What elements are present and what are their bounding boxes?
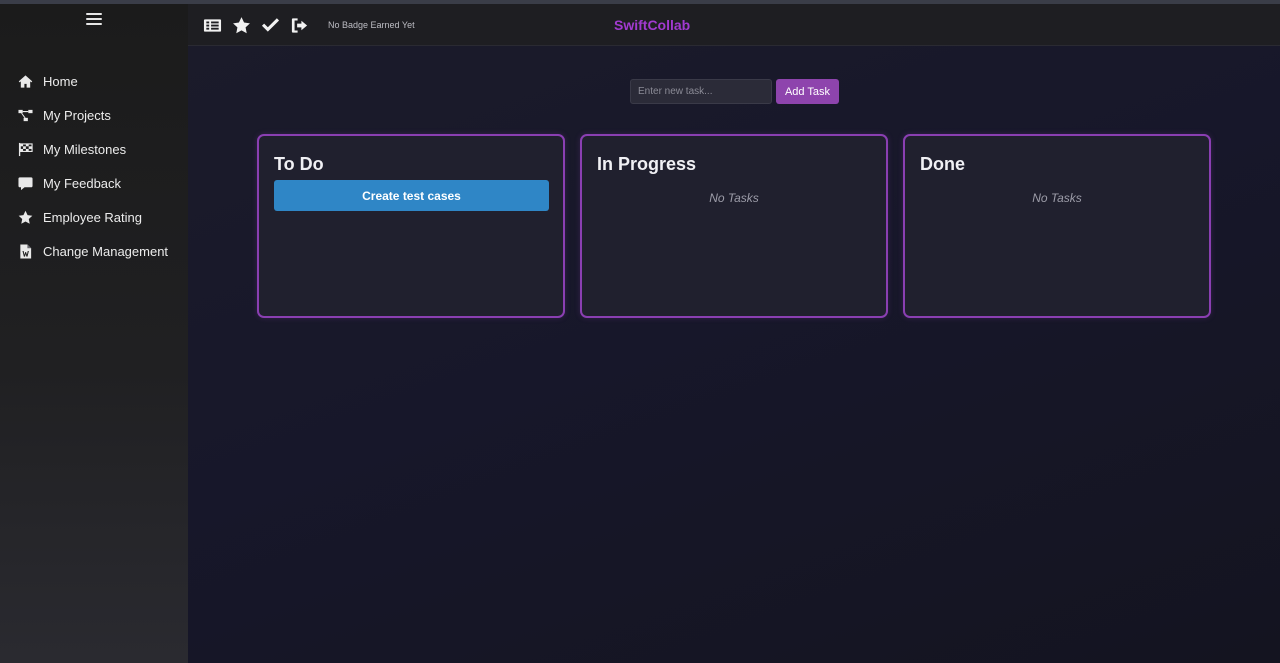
star-icon[interactable] — [231, 15, 251, 35]
list-icon[interactable] — [202, 15, 222, 35]
column-done: Done No Tasks — [903, 134, 1211, 318]
empty-column-text: No Tasks — [709, 191, 759, 205]
hamburger-menu-icon[interactable] — [86, 13, 102, 26]
task-card[interactable]: Create test cases — [274, 180, 549, 211]
sidebar: Home My Projects My Milestones My Feedba… — [0, 4, 188, 663]
sidebar-item-my-projects[interactable]: My Projects — [0, 98, 188, 132]
column-title: Done — [920, 154, 965, 174]
main-content: Add Task To Do Create test cases In Prog… — [188, 46, 1280, 663]
add-task-form: Add Task — [630, 79, 839, 104]
sidebar-item-label: My Milestones — [43, 141, 127, 157]
column-in-progress: In Progress No Tasks — [580, 134, 888, 318]
sidebar-item-my-milestones[interactable]: My Milestones — [0, 132, 188, 166]
check-icon[interactable] — [260, 15, 280, 35]
sidebar-item-my-feedback[interactable]: My Feedback — [0, 166, 188, 200]
sidebar-item-label: Change Management — [43, 243, 169, 259]
star-icon — [17, 209, 33, 225]
column-title: To Do — [274, 154, 324, 174]
word-file-icon — [17, 243, 33, 259]
checkered-flag-icon — [17, 141, 33, 157]
app-brand-title: SwiftCollab — [614, 17, 691, 33]
sidebar-nav: Home My Projects My Milestones My Feedba… — [0, 64, 188, 268]
sidebar-item-change-management[interactable]: Change Management — [0, 234, 188, 268]
badge-status-text: No Badge Earned Yet — [328, 20, 415, 30]
column-title: In Progress — [597, 154, 697, 174]
sidebar-item-home[interactable]: Home — [0, 64, 188, 98]
sidebar-item-label: Home — [43, 73, 78, 89]
top-icon-group — [202, 15, 318, 35]
logout-icon[interactable] — [289, 15, 309, 35]
comment-icon — [17, 175, 33, 191]
column-to-do: To Do Create test cases — [257, 134, 565, 318]
project-tree-icon — [17, 107, 33, 123]
sidebar-item-employee-rating[interactable]: Employee Rating — [0, 200, 188, 234]
new-task-input[interactable] — [630, 79, 772, 104]
home-icon — [17, 73, 33, 89]
sidebar-item-label: My Projects — [43, 107, 111, 123]
top-bar: No Badge Earned Yet SwiftCollab — [188, 4, 1280, 46]
sidebar-item-label: Employee Rating — [43, 209, 142, 225]
empty-column-text: No Tasks — [1032, 191, 1082, 205]
sidebar-item-label: My Feedback — [43, 175, 122, 191]
add-task-button[interactable]: Add Task — [776, 79, 839, 104]
